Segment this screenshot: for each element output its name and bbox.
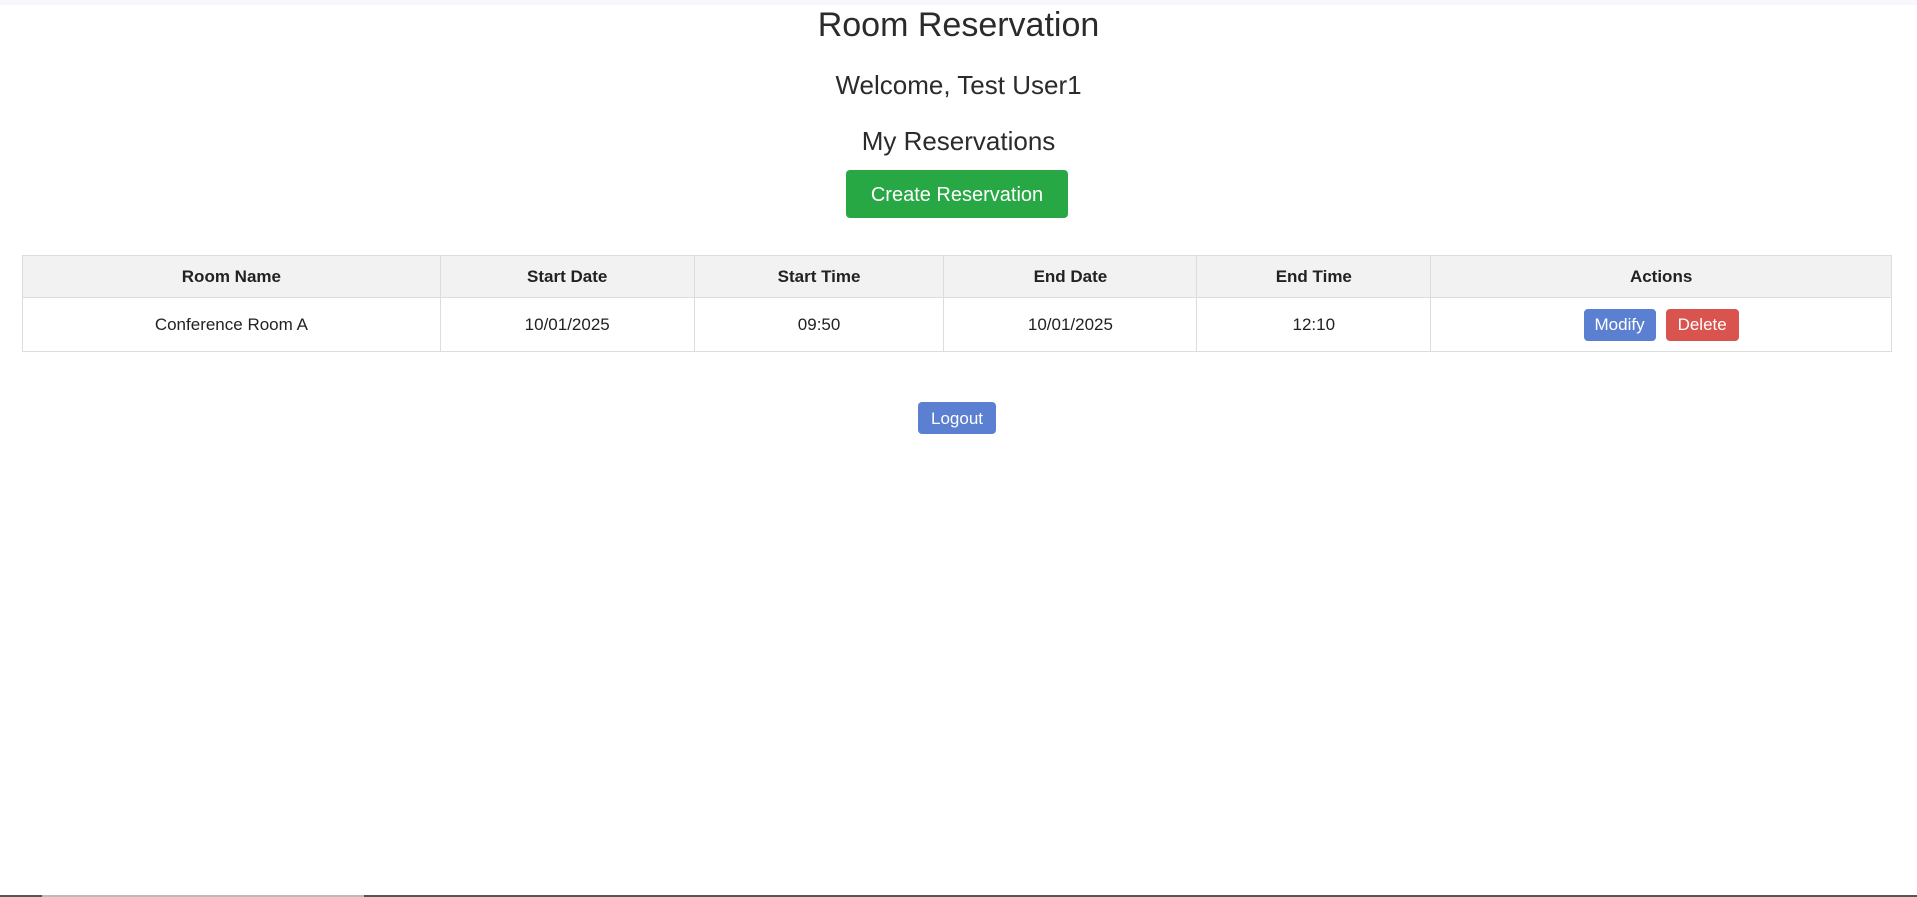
cell-end-date: 10/01/2025 [943,297,1198,352]
welcome-message: Welcome, Test User1 [835,70,1082,100]
cell-room-name: Conference Room A [22,297,441,352]
column-header-end-date: End Date [943,255,1198,298]
page: Room Reservation Welcome, Test User1 My … [0,0,1917,897]
table-header-row: Room Name Start Date Start Time End Date… [22,255,1892,298]
logout-button[interactable]: Logout [918,402,996,434]
table-body: Conference Room A 10/01/2025 09:50 10/01… [22,297,1892,352]
table-row: Conference Room A 10/01/2025 09:50 10/01… [22,297,1892,352]
delete-button[interactable]: Delete [1665,308,1739,341]
column-header-start-time: Start Time [693,255,945,298]
column-header-start-date: Start Date [439,255,695,298]
cell-end-time: 12:10 [1196,297,1432,352]
reservations-table: Room Name Start Date Start Time End Date… [22,255,1892,352]
table-header: Room Name Start Date Start Time End Date… [22,255,1892,298]
section-title: My Reservations [861,126,1056,156]
column-header-actions: Actions [1430,255,1892,298]
cell-start-date: 10/01/2025 [439,297,695,352]
create-reservation-button[interactable]: Create Reservation [846,170,1068,218]
column-header-room-name: Room Name [22,255,441,298]
column-header-end-time: End Time [1196,255,1432,298]
page-title: Room Reservation [817,6,1100,44]
cell-actions: Modify Delete [1430,297,1892,352]
cell-start-time: 09:50 [693,297,945,352]
modify-button[interactable]: Modify [1583,308,1656,341]
